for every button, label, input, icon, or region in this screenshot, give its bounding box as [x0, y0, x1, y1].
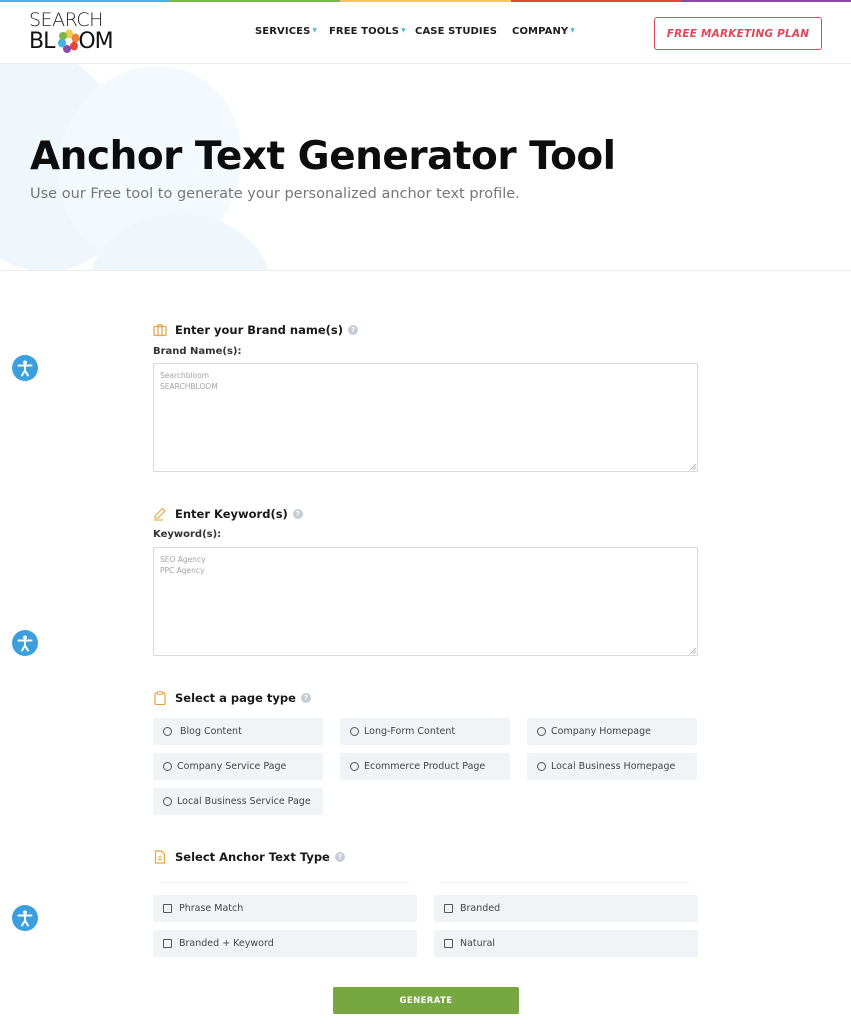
logo-line-2-suffix: OM	[78, 29, 113, 54]
keyword-section-title-text: Enter Keyword(s)	[175, 507, 288, 521]
checkbox[interactable]	[444, 939, 453, 948]
logo-line-2-prefix: BL	[29, 29, 55, 54]
hero-section: Anchor Text Generator Tool Use our Free …	[0, 64, 851, 271]
anchor-type-section-title-text: Select Anchor Text Type	[175, 850, 330, 864]
checkbox[interactable]	[444, 904, 453, 913]
brand-section-title-text: Enter your Brand name(s)	[175, 323, 343, 337]
keywords-label: Keyword(s):	[153, 529, 222, 540]
nav-services[interactable]: SERVICES ▼	[255, 26, 317, 37]
accessibility-icon	[17, 360, 33, 377]
placeholder-line: SEARCHBLOOM	[160, 381, 218, 391]
page-type-option[interactable]: Ecommerce Product Page	[340, 753, 510, 780]
checkbox[interactable]	[163, 939, 172, 948]
radio-button[interactable]	[537, 727, 546, 736]
page-type-option[interactable]: Blog Content	[153, 718, 323, 745]
flower-logo-icon	[58, 29, 80, 53]
help-icon[interactable]: ?	[334, 852, 345, 862]
page-title: Anchor Text Generator Tool	[30, 134, 616, 179]
anchor-type-section-title: Select Anchor Text Type ?	[153, 850, 345, 864]
brand-name-textarea[interactable]: Searchbloom SEARCHBLOOM	[153, 363, 698, 472]
nav-case-studies-label: CASE STUDIES	[415, 26, 497, 37]
brand-section-title: Enter your Brand name(s) ?	[153, 323, 358, 337]
page-type-section-title-text: Select a page type	[175, 691, 296, 705]
page-type-option[interactable]: Local Business Service Page	[153, 788, 323, 815]
placeholder-line: SEO Agency	[160, 555, 206, 564]
divider	[440, 882, 690, 883]
accessibility-icon	[17, 635, 33, 652]
accessibility-button[interactable]	[12, 630, 38, 656]
option-label: Long-Form Content	[364, 726, 456, 737]
page-type-option[interactable]: Long-Form Content	[340, 718, 510, 745]
chevron-down-icon: ▼	[401, 27, 406, 34]
option-label: Local Business Homepage	[551, 761, 676, 772]
anchor-type-option[interactable]: Branded	[434, 895, 698, 922]
nav-company[interactable]: COMPANY ▼	[512, 26, 575, 37]
nav-free-tools[interactable]: FREE TOOLS ▼	[329, 26, 406, 37]
site-header: SEARCH BL OM SERVICES ▼ FREE TOOLS ▼ CASE S…	[0, 2, 851, 64]
option-label: Blog Content	[180, 726, 242, 737]
radio-button[interactable]	[163, 727, 172, 736]
anchor-type-option[interactable]: Branded + Keyword	[153, 930, 417, 957]
document-icon	[154, 850, 166, 864]
option-label: Branded	[460, 903, 501, 914]
radio-button[interactable]	[163, 762, 172, 771]
placeholder-line: PPC Agency	[160, 565, 205, 575]
anchor-type-option[interactable]: Natural	[434, 930, 698, 957]
keyword-section-title: Enter Keyword(s) ?	[153, 507, 303, 521]
option-label: Branded + Keyword	[179, 938, 274, 949]
page-type-option[interactable]: Company Homepage	[527, 718, 697, 745]
radio-button[interactable]	[350, 762, 359, 771]
help-icon[interactable]: ?	[300, 693, 311, 703]
chevron-down-icon: ▼	[312, 27, 318, 34]
clipboard-icon	[154, 691, 166, 705]
chevron-down-icon: ▼	[570, 27, 575, 34]
nav-services-label: SERVICES	[255, 26, 311, 37]
option-label: Local Business Service Page	[177, 796, 311, 807]
radio-button[interactable]	[163, 797, 172, 806]
accessibility-button[interactable]	[12, 905, 38, 931]
accessibility-button[interactable]	[12, 355, 38, 381]
pencil-icon	[154, 507, 166, 521]
option-label: Natural	[460, 938, 496, 949]
accessibility-icon	[17, 910, 33, 927]
help-icon[interactable]: ?	[292, 509, 303, 519]
divider	[160, 882, 410, 883]
page-type-option[interactable]: Company Service Page	[153, 753, 323, 780]
searchbloom-logo[interactable]: SEARCH BL OM	[29, 10, 121, 56]
help-icon[interactable]: ?	[347, 325, 358, 335]
option-label: Company Service Page	[177, 761, 287, 772]
resize-grip-icon[interactable]	[690, 464, 696, 470]
generate-button[interactable]: GENERATE	[333, 987, 519, 1014]
briefcase-icon	[153, 324, 167, 337]
keywords-textarea[interactable]: SEO Agency PPC Agency	[153, 547, 698, 656]
radio-button[interactable]	[350, 727, 359, 736]
brand-name-label: Brand Name(s):	[153, 346, 242, 357]
nav-free-tools-label: FREE TOOLS	[329, 26, 400, 37]
option-label: Phrase Match	[179, 903, 244, 914]
nav-company-label: COMPANY	[512, 26, 569, 37]
option-label: Company Homepage	[551, 726, 651, 737]
page-subtitle: Use our Free tool to generate your perso…	[30, 186, 520, 202]
checkbox[interactable]	[163, 904, 172, 913]
nav-case-studies[interactable]: CASE STUDIES	[415, 26, 497, 37]
logo-line-1: SEARCH	[29, 9, 103, 31]
resize-grip-icon[interactable]	[690, 648, 696, 654]
page-type-option[interactable]: Local Business Homepage	[527, 753, 697, 780]
free-marketing-plan-button[interactable]: FREE MARKETING PLAN	[654, 17, 822, 50]
option-label: Ecommerce Product Page	[364, 761, 486, 772]
radio-button[interactable]	[537, 762, 546, 771]
placeholder-line: Searchbloom	[160, 371, 210, 380]
page-type-section-title: Select a page type ?	[153, 691, 311, 705]
anchor-type-option[interactable]: Phrase Match	[153, 895, 417, 922]
